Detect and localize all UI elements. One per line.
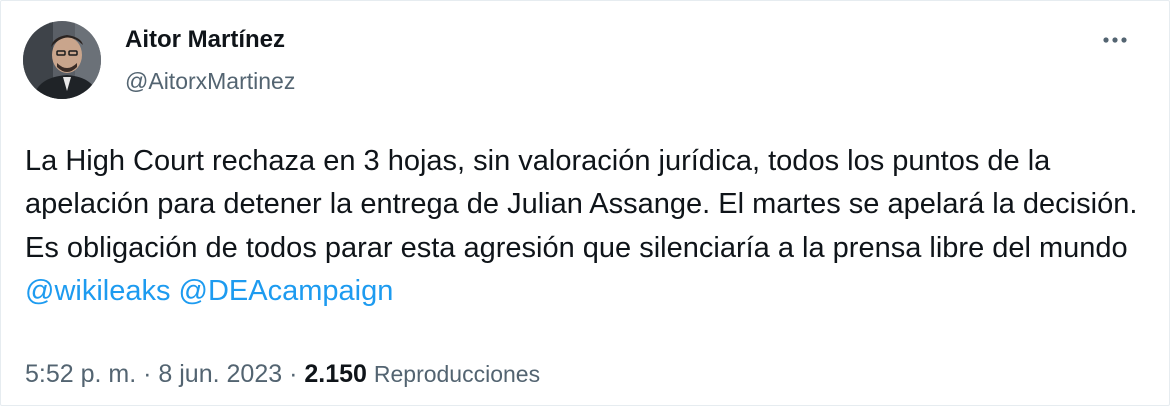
- tweet-card: Aitor Martínez @AitorxMartinez La High C…: [0, 0, 1170, 406]
- mention-link-deacampaign[interactable]: @DEAcampaign: [179, 275, 394, 307]
- views-label: Reproducciones: [373, 361, 541, 387]
- tweet-body-text: La High Court rechaza en 3 hojas, sin va…: [25, 145, 1138, 264]
- views-count: 2.150: [304, 360, 367, 388]
- more-options-button[interactable]: [1095, 25, 1135, 55]
- avatar-photo-icon: [23, 21, 101, 99]
- tweet-timestamp-link[interactable]: 5:52 p. m. · 8 jun. 2023: [25, 360, 282, 388]
- author-handle[interactable]: @AitorxMartinez: [125, 66, 295, 96]
- tweet-time: 5:52 p. m.: [25, 360, 137, 388]
- author-display-name[interactable]: Aitor Martínez: [125, 25, 285, 55]
- meta-separator: ·: [289, 360, 298, 388]
- meta-separator: ·: [143, 360, 152, 388]
- mention-link-wikileaks[interactable]: @wikileaks: [25, 275, 170, 307]
- more-horizontal-icon: [1103, 37, 1127, 43]
- tweet-text: La High Court rechaza en 3 hojas, sin va…: [25, 140, 1145, 314]
- views-link[interactable]: 2.150 Reproducciones: [304, 360, 540, 388]
- author-avatar[interactable]: [23, 21, 101, 99]
- tweet-metadata: 5:52 p. m. · 8 jun. 2023 · 2.150 Reprodu…: [25, 358, 540, 390]
- tweet-date: 8 jun. 2023: [158, 360, 283, 388]
